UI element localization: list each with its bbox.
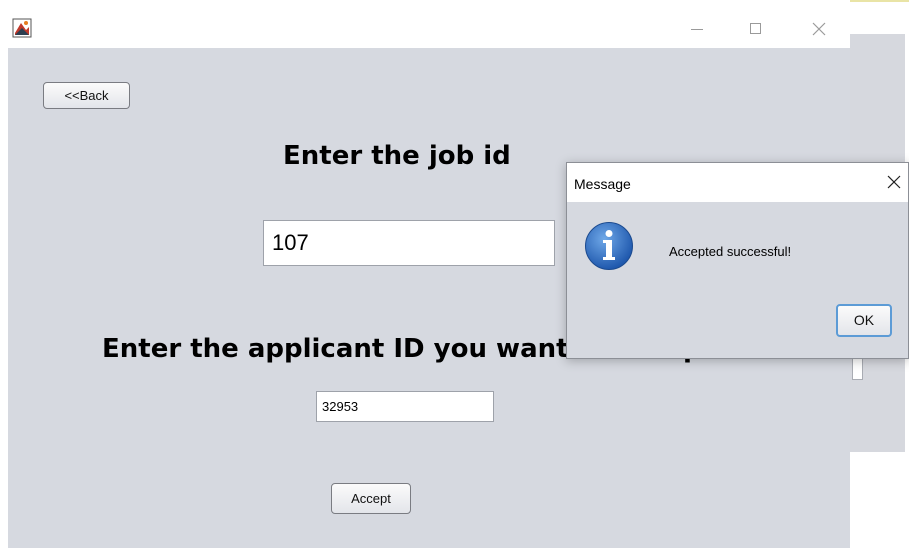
accept-button[interactable]: Accept bbox=[331, 483, 411, 514]
screen: <<Back Enter the job id Enter the applic… bbox=[0, 0, 909, 548]
maximize-icon[interactable] bbox=[743, 16, 769, 42]
message-dialog: Message Accepted successful! OK bbox=[566, 162, 909, 359]
dialog-message: Accepted successful! bbox=[669, 244, 792, 259]
main-window-titlebar bbox=[0, 0, 850, 48]
close-icon[interactable] bbox=[883, 171, 905, 193]
back-button[interactable]: <<Back bbox=[43, 82, 130, 109]
dialog-titlebar: Message bbox=[567, 163, 908, 202]
java-app-icon bbox=[12, 18, 32, 38]
job-id-heading: Enter the job id bbox=[283, 141, 511, 171]
background-window-edge bbox=[850, 0, 909, 2]
ok-button[interactable]: OK bbox=[836, 304, 892, 337]
job-id-field[interactable] bbox=[263, 220, 555, 266]
applicant-id-field[interactable] bbox=[316, 391, 494, 422]
close-icon[interactable] bbox=[806, 16, 832, 42]
info-icon bbox=[585, 222, 633, 270]
background-window-field bbox=[852, 358, 863, 380]
dialog-title: Message bbox=[574, 176, 631, 192]
minimize-icon[interactable] bbox=[684, 16, 710, 42]
